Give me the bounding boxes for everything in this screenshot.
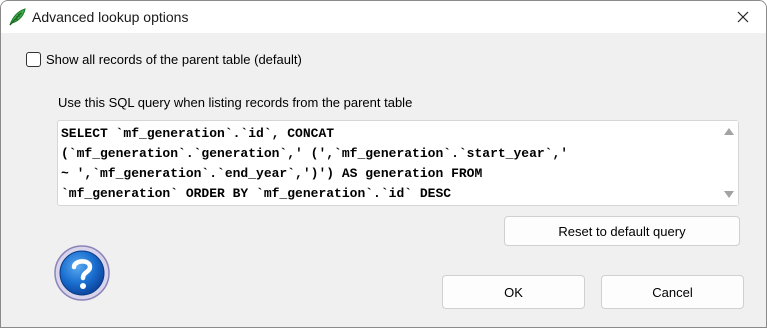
show-all-records-option[interactable]: Show all records of the parent table (de… <box>26 52 302 67</box>
help-icon[interactable] <box>53 244 111 302</box>
show-all-records-label: Show all records of the parent table (de… <box>46 52 302 67</box>
show-all-records-checkbox[interactable] <box>26 52 41 67</box>
scroll-up-arrow-icon[interactable] <box>724 128 734 135</box>
reset-default-query-button[interactable]: Reset to default query <box>504 216 740 246</box>
dialog-window: Advanced lookup options Show all records… <box>0 0 767 328</box>
sql-query-editor[interactable]: SELECT `mf_generation`.`id`, CONCAT (`mf… <box>57 120 739 206</box>
window-title: Advanced lookup options <box>32 9 189 25</box>
cancel-button[interactable]: Cancel <box>601 275 744 309</box>
title-bar[interactable]: Advanced lookup options <box>1 1 766 33</box>
close-button[interactable] <box>720 1 766 33</box>
ok-button[interactable]: OK <box>442 275 585 309</box>
feather-icon <box>9 8 26 26</box>
close-icon <box>737 11 749 23</box>
scroll-down-arrow-icon[interactable] <box>724 191 734 198</box>
sql-query-text[interactable]: SELECT `mf_generation`.`id`, CONCAT (`mf… <box>61 124 716 204</box>
sql-query-label: Use this SQL query when listing records … <box>58 95 413 110</box>
sql-scrollbar[interactable] <box>720 121 738 205</box>
